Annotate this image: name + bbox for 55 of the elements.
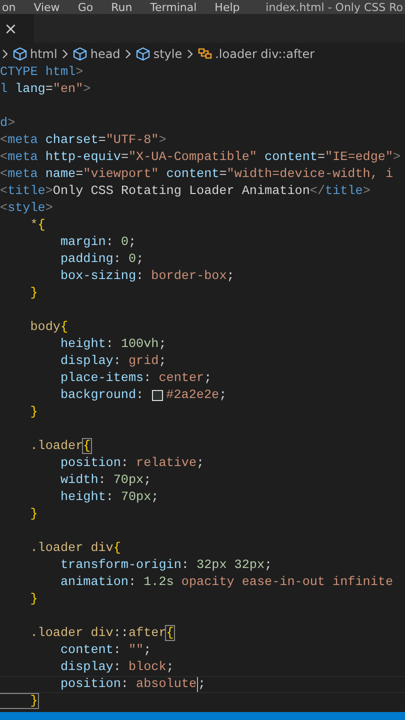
- menu-item[interactable]: Run: [109, 0, 134, 14]
- code-line: width: 70px;: [59, 472, 152, 489]
- code-line: d>: [0, 115, 16, 132]
- code-line: .loader div::after{: [29, 625, 174, 642]
- code-line: .loader{: [29, 438, 91, 455]
- menu-item[interactable]: Help: [212, 0, 242, 14]
- breadcrumb-item[interactable]: html: [13, 46, 58, 60]
- code-line: }: [29, 285, 38, 302]
- code-line: }: [29, 404, 38, 421]
- code-line: background:: [59, 387, 145, 404]
- code-line: }: [29, 506, 38, 523]
- code-line: height: 70px;: [59, 489, 159, 506]
- code-line: *{: [29, 217, 46, 234]
- chevron-icon: [1, 48, 9, 58]
- menu-item[interactable]: on: [0, 0, 18, 14]
- chevron-icon: [124, 48, 132, 58]
- menu-item[interactable]: Go: [76, 0, 96, 14]
- code-line: <style>: [0, 200, 53, 217]
- code-line: <title>Only CSS Rotating Loader Animation</title>: [0, 183, 370, 200]
- code-line: .loader div{: [29, 540, 121, 557]
- code-line: body{: [29, 319, 68, 336]
- code-line: place-items: center;: [59, 370, 212, 387]
- breadcrumb-item[interactable]: head: [73, 46, 120, 60]
- breadcrumb-item[interactable]: style: [136, 46, 182, 60]
- text-cursor: [196, 677, 198, 692]
- cube-icon: [13, 46, 27, 60]
- code-line: <meta charset="UTF-8">: [0, 132, 166, 149]
- code-line: }: [29, 591, 38, 608]
- code-line: ;: [198, 676, 206, 693]
- code-line: transform-origin: 32px 32px;: [59, 557, 272, 574]
- chevron-icon: [186, 48, 194, 58]
- code-line: l lang="en">: [0, 81, 91, 98]
- window-title: index.html - Only CSS Ro: [266, 0, 404, 14]
- selector-icon: [198, 46, 212, 60]
- code-line: box-sizing: border-box;: [59, 268, 234, 285]
- breadcrumb-item[interactable]: .loader div::after: [198, 46, 315, 60]
- code-line: CTYPE html>: [0, 64, 84, 81]
- cube-icon: [136, 46, 150, 60]
- code-line: #2a2e2e;: [166, 387, 227, 404]
- cube-icon: [73, 46, 88, 60]
- code-line: display: grid;: [59, 353, 166, 370]
- code-line: position: absolute: [59, 676, 197, 693]
- code-line: <meta name="viewport" content="width=device-width, i: [0, 166, 394, 183]
- code-line: padding: 0;: [59, 251, 144, 268]
- code-line: <meta http-equiv="X-UA-Compatible" content="IE=edge">: [0, 149, 401, 166]
- code-line: display: block;: [59, 659, 174, 676]
- menu-item[interactable]: View: [32, 0, 62, 14]
- code-line: content: "";: [59, 642, 152, 659]
- chevron-icon: [61, 48, 70, 58]
- code-line: animation: 1.2s opacity ease-in-out infinite: [59, 574, 394, 591]
- code-line: height: 100vh;: [59, 336, 166, 353]
- code-line: margin: 0;: [59, 234, 136, 251]
- code-line: }: [0, 693, 38, 710]
- code-line: position: relative;: [59, 455, 204, 472]
- menu-item[interactable]: Terminal: [148, 0, 199, 14]
